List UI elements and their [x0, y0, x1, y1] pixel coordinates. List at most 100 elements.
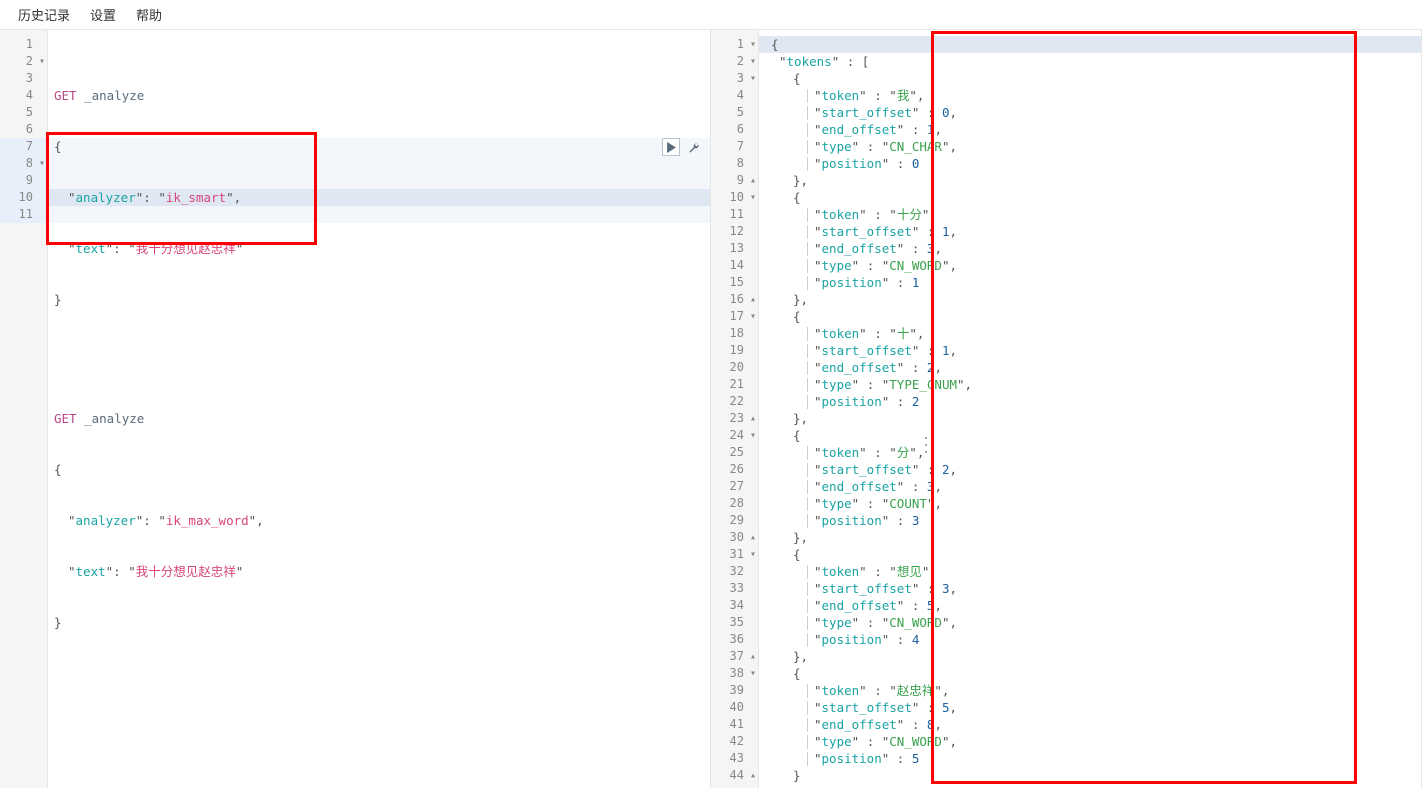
fold-toggle-icon[interactable]: ▾	[35, 53, 45, 70]
line-number: 13	[711, 240, 758, 257]
fold-toggle-icon[interactable]: ▴	[746, 648, 756, 665]
response-line: "type" : "COUNT",	[765, 495, 1421, 512]
main-split: 1 2▾ 3 4 5 6 7 8▾ 9 10 11 GET _analyze {…	[0, 30, 1422, 788]
response-viewer[interactable]: {"tokens" : [{"token" : "我","start_offse…	[759, 30, 1421, 788]
response-line: {	[765, 546, 1421, 563]
response-line: "token" : "十分",	[765, 206, 1421, 223]
line-number: 27	[711, 478, 758, 495]
run-request-button[interactable]	[662, 138, 680, 156]
fold-toggle-icon[interactable]: ▴	[746, 172, 756, 189]
fold-toggle-icon[interactable]: ▾	[746, 36, 756, 53]
line-number: 1	[0, 36, 47, 53]
line-number: 14	[711, 257, 758, 274]
line-number: 7	[0, 138, 47, 155]
line-number: 10	[0, 189, 47, 206]
line-number: 3▾	[711, 70, 758, 87]
response-line: "type" : "CN_WORD",	[765, 614, 1421, 631]
fold-toggle-icon[interactable]: ▾	[746, 427, 756, 444]
response-line: "token" : "十",	[765, 325, 1421, 342]
line-number: 16▴	[711, 291, 758, 308]
response-line: "type" : "CN_WORD",	[765, 257, 1421, 274]
line-number: 30▴	[711, 529, 758, 546]
line-number: 11	[0, 206, 47, 223]
line-number: 3	[0, 70, 47, 87]
line-number: 32	[711, 563, 758, 580]
line-number: 24▾	[711, 427, 758, 444]
fold-toggle-icon[interactable]: ▾	[746, 665, 756, 682]
fold-toggle-icon[interactable]: ▴	[746, 291, 756, 308]
fold-toggle-icon[interactable]: ▴	[746, 410, 756, 427]
fold-toggle-icon[interactable]: ▾	[746, 70, 756, 87]
response-line: "token" : "赵忠祥",	[765, 682, 1421, 699]
line-number: 43	[711, 750, 758, 767]
line-number: 5	[711, 104, 758, 121]
line-number: 4	[711, 87, 758, 104]
play-icon	[666, 142, 677, 153]
response-line: {	[765, 665, 1421, 682]
menu-settings[interactable]: 设置	[80, 0, 126, 29]
json-value: 我十分想见赵忠祥	[136, 240, 236, 257]
response-line: "type" : "CN_CHAR",	[765, 138, 1421, 155]
request-editor[interactable]: GET _analyze { "analyzer": "ik_smart", "…	[48, 30, 710, 788]
json-value: 我十分想见赵忠祥	[136, 563, 236, 580]
line-number: 21	[711, 376, 758, 393]
fold-toggle-icon[interactable]: ▾	[746, 546, 756, 563]
pane-splitter-handle[interactable]	[922, 435, 930, 455]
line-number: 19	[711, 342, 758, 359]
json-key: analyzer	[76, 189, 136, 206]
menubar: 历史记录 设置 帮助	[0, 0, 1422, 30]
response-line: "position" : 0	[765, 155, 1421, 172]
fold-toggle-icon[interactable]: ▴	[746, 529, 756, 546]
response-line: },	[765, 410, 1421, 427]
response-line: "position" : 3	[765, 512, 1421, 529]
line-number: 31▾	[711, 546, 758, 563]
response-line: "start_offset" : 2,	[765, 461, 1421, 478]
response-line: "token" : "想见",	[765, 563, 1421, 580]
request-options-button[interactable]	[684, 138, 702, 156]
fold-toggle-icon[interactable]: ▾	[746, 308, 756, 325]
menu-history[interactable]: 历史记录	[8, 0, 80, 29]
response-line: "start_offset" : 0,	[765, 104, 1421, 121]
response-line: {	[765, 36, 1421, 53]
wrench-icon	[688, 142, 699, 153]
line-number: 38▾	[711, 665, 758, 682]
fold-toggle-icon[interactable]: ▾	[746, 53, 756, 70]
response-line: "end_offset" : 3,	[765, 240, 1421, 257]
http-method: GET	[54, 410, 77, 427]
editor-action-bar	[662, 138, 702, 156]
json-value: ik_max_word	[166, 512, 249, 529]
fold-toggle-icon[interactable]: ▴	[746, 767, 756, 784]
json-value: ik_smart	[166, 189, 226, 206]
response-gutter: 1▾2▾3▾456789▴10▾111213141516▴17▾18192021…	[711, 30, 759, 788]
line-number: 15	[711, 274, 758, 291]
response-line: "end_offset" : 3,	[765, 478, 1421, 495]
line-number: 36	[711, 631, 758, 648]
response-line: },	[765, 648, 1421, 665]
fold-toggle-icon[interactable]: ▾	[35, 155, 45, 172]
line-number: 20	[711, 359, 758, 376]
response-line: "end_offset" : 1,	[765, 121, 1421, 138]
line-number: 2▾	[711, 53, 758, 70]
line-number: 44▴	[711, 767, 758, 784]
response-line: },	[765, 291, 1421, 308]
response-line: {	[765, 427, 1421, 444]
response-line: "start_offset" : 5,	[765, 699, 1421, 716]
response-line: {	[765, 308, 1421, 325]
response-line: "tokens" : [	[765, 53, 1421, 70]
menu-help[interactable]: 帮助	[126, 0, 172, 29]
response-line: "position" : 1	[765, 274, 1421, 291]
response-line: "end_offset" : 2,	[765, 359, 1421, 376]
response-line: "position" : 4	[765, 631, 1421, 648]
json-key: text	[76, 240, 106, 257]
fold-toggle-icon[interactable]: ▾	[746, 189, 756, 206]
line-number: 7	[711, 138, 758, 155]
response-line: "type" : "TYPE_CNUM",	[765, 376, 1421, 393]
line-number: 28	[711, 495, 758, 512]
line-number: 29	[711, 512, 758, 529]
response-line: "end_offset" : 5,	[765, 597, 1421, 614]
line-number: 41	[711, 716, 758, 733]
line-number: 12	[711, 223, 758, 240]
line-number: 8	[711, 155, 758, 172]
json-key: text	[76, 563, 106, 580]
line-number: 5	[0, 104, 47, 121]
